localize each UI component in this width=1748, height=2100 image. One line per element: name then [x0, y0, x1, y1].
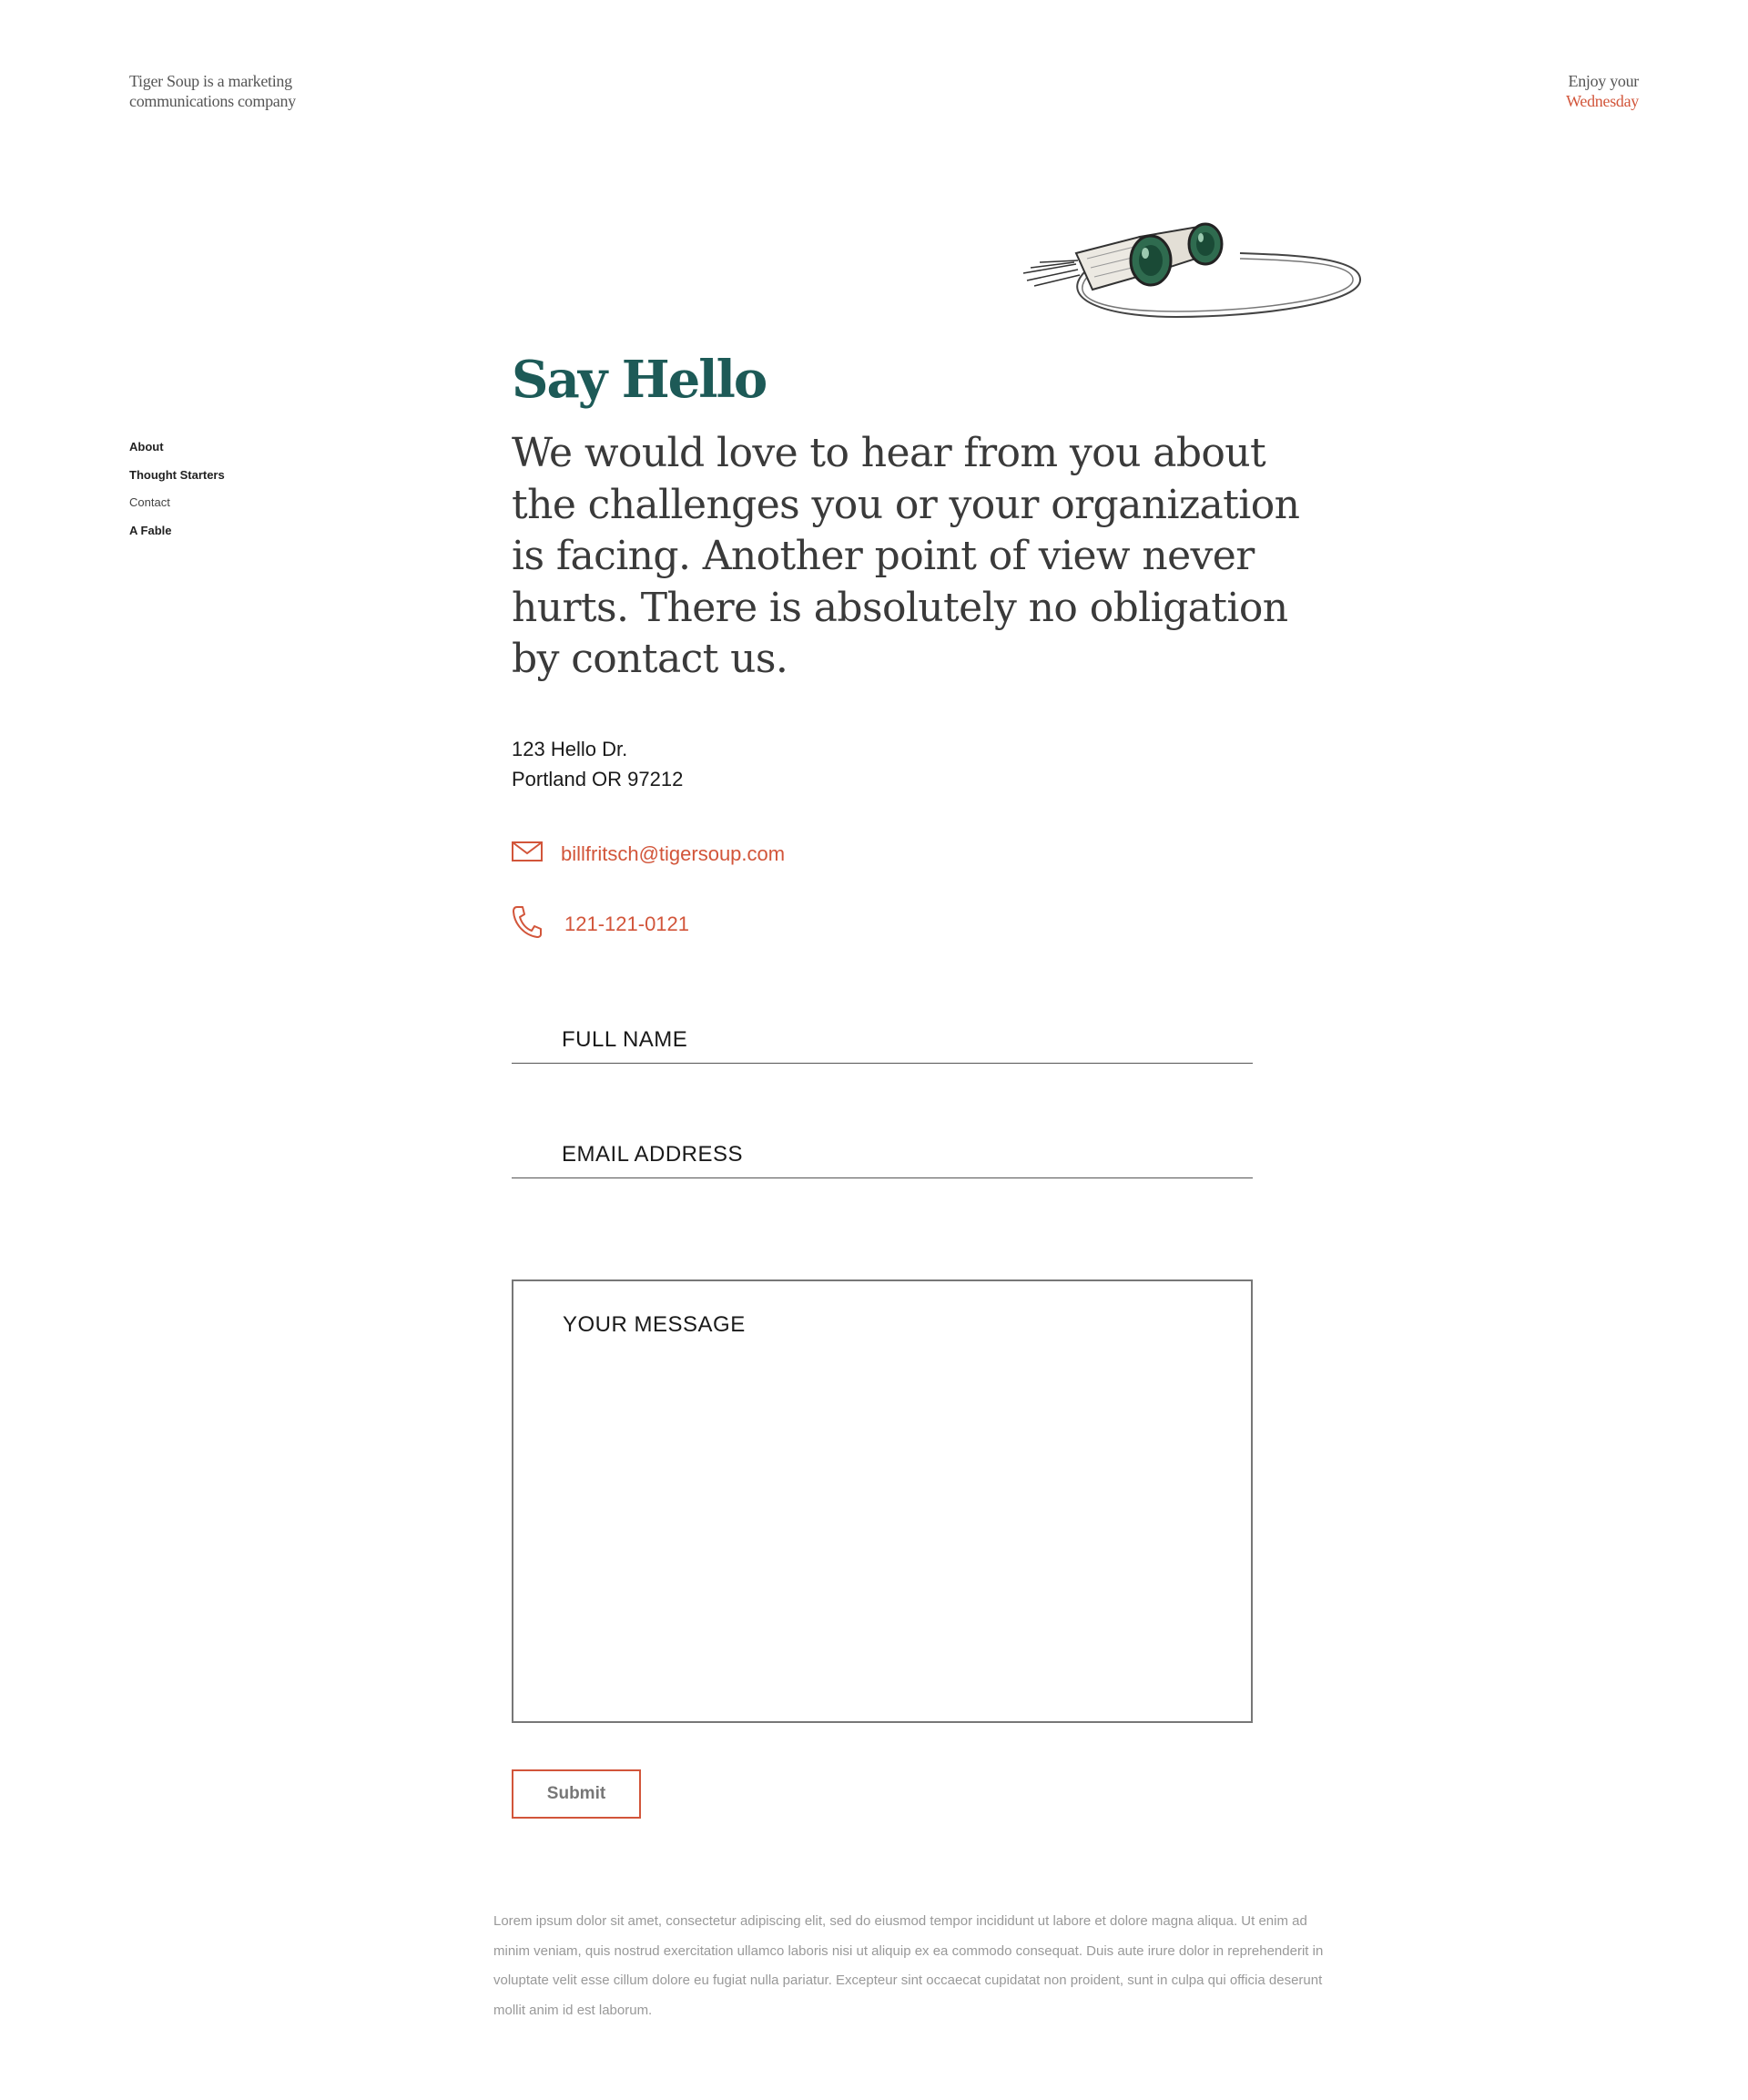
message-textarea[interactable]	[563, 1312, 1218, 1695]
greeting-day: Wednesday	[1566, 92, 1639, 110]
side-navigation: About Thought Starters Contact A Fable	[129, 433, 225, 545]
nav-item-a-fable[interactable]: A Fable	[129, 517, 225, 545]
submit-button[interactable]: Submit	[512, 1769, 641, 1819]
full-name-input[interactable]	[562, 1022, 1235, 1058]
phone-icon	[512, 905, 543, 943]
tagline-line-1: Tiger Soup is a marketing	[129, 72, 292, 90]
nav-item-about[interactable]: About	[129, 433, 225, 462]
full-name-field	[512, 1022, 1253, 1064]
email-link[interactable]: billfritsch@tigersoup.com	[512, 841, 785, 867]
email-address[interactable]: billfritsch@tigersoup.com	[561, 842, 785, 866]
email-address-input[interactable]	[562, 1137, 1235, 1173]
postal-address: 123 Hello Dr. Portland OR 97212	[512, 734, 683, 794]
nav-item-contact[interactable]: Contact	[129, 489, 225, 517]
email-address-field	[512, 1137, 1253, 1178]
envelope-icon	[512, 841, 543, 867]
address-line-1: 123 Hello Dr.	[512, 738, 628, 760]
nav-item-thought-starters[interactable]: Thought Starters	[129, 462, 225, 490]
footer-text: Lorem ipsum dolor sit amet, consectetur …	[493, 1913, 1324, 2018]
greeting-prefix: Enjoy your	[1568, 72, 1640, 90]
binoculars-illustration	[1022, 222, 1362, 319]
phone-number[interactable]: 121-121-0121	[564, 912, 689, 936]
intro-text: We would love to hear from you about the…	[512, 430, 1300, 682]
phone-link[interactable]: 121-121-0121	[512, 905, 689, 943]
company-tagline: Tiger Soup is a marketing communications…	[129, 71, 296, 111]
address-line-2: Portland OR 97212	[512, 768, 684, 790]
page-title: Say Hello	[512, 350, 767, 410]
day-greeting: Enjoy your Wednesday	[1566, 71, 1639, 111]
message-field	[512, 1279, 1253, 1723]
tagline-line-2: communications company	[129, 92, 296, 110]
